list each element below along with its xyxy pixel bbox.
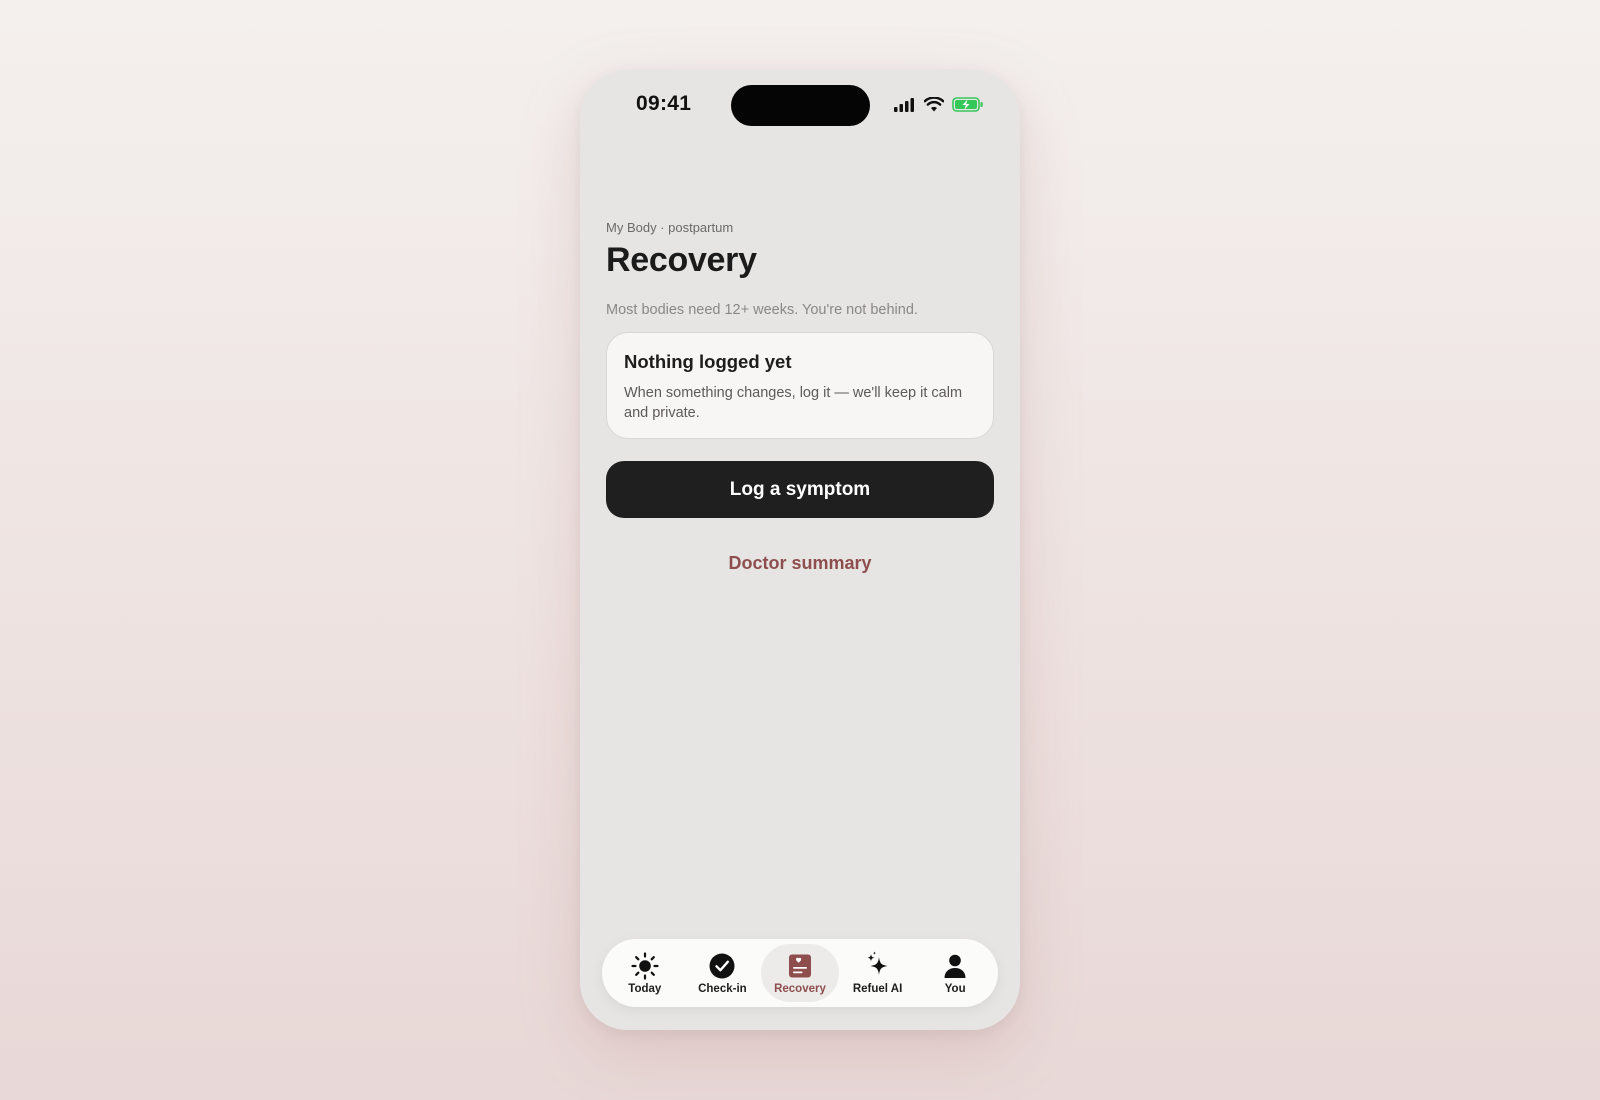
empty-state-title: Nothing logged yet [624,351,792,372]
status-icons [894,96,984,117]
tab-recovery[interactable]: Recovery [761,944,839,1002]
status-time: 09:41 [636,92,692,115]
sun-icon [630,951,660,981]
tab-label: Refuel AI [852,983,903,995]
person-icon [940,951,970,981]
phone-frame: 09:41 My Body · postpartum Recovery Most… [580,70,1020,1030]
empty-state-card: Nothing logged yet When something change… [606,332,994,439]
page-subtitle: Most bodies need 12+ weeks. You're not b… [606,302,918,318]
page-title: Recovery [606,241,757,279]
wifi-icon [923,96,945,117]
tab-refuel-ai[interactable]: Refuel AI [839,944,917,1002]
battery-icon [952,97,984,117]
tab-you[interactable]: You [916,944,994,1002]
recovery-journal-icon [785,951,815,981]
check-circle-icon [707,951,737,981]
breadcrumb: My Body · postpartum [606,220,734,235]
sparkle-icon [863,951,893,981]
tab-bar: Today Check-in Recovery Refuel AI You [602,939,998,1007]
empty-state-body: When something changes, log it — we'll k… [624,385,963,421]
log-symptom-button[interactable]: Log a symptom [606,461,994,518]
tab-today[interactable]: Today [606,944,684,1002]
main-content: My Body · postpartum Recovery Most bodie… [606,220,994,574]
status-bar: 09:41 [580,70,1020,140]
tab-label: Today [628,983,662,995]
tab-check-in[interactable]: Check-in [684,944,762,1002]
tab-label: Recovery [774,983,826,995]
dynamic-island [731,85,870,126]
tab-label: Check-in [698,983,747,995]
signal-icon [894,97,916,117]
doctor-summary-link[interactable]: Doctor summary [606,553,994,574]
tab-label: You [944,983,966,995]
